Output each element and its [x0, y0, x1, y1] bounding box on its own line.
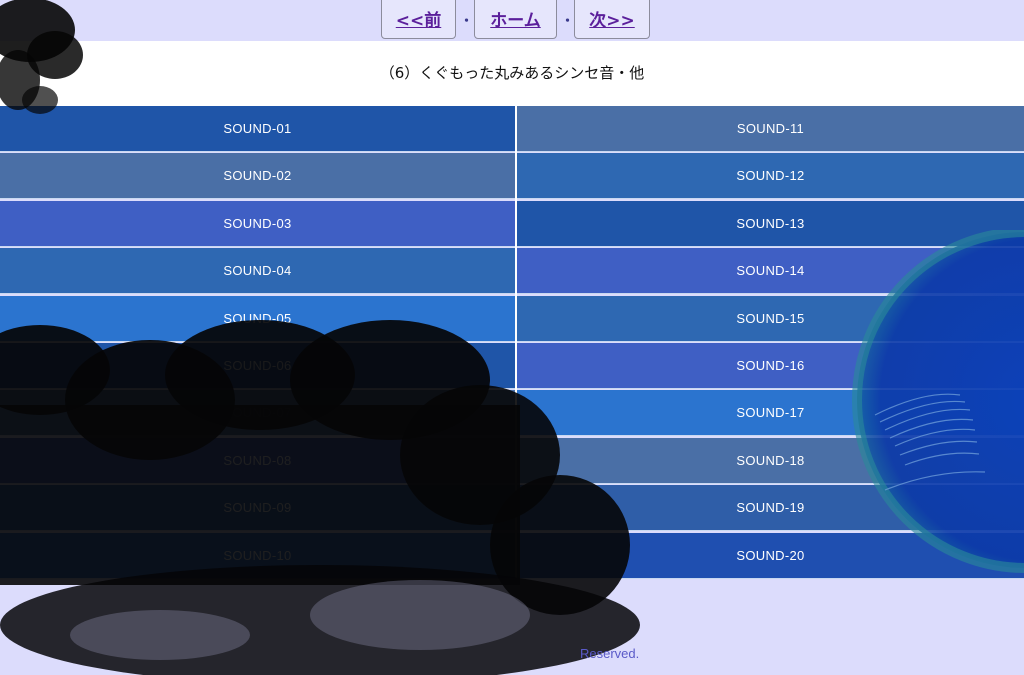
sound-button[interactable]: SOUND-12: [517, 153, 1024, 200]
home-link[interactable]: ホーム: [474, 0, 557, 39]
sound-button[interactable]: SOUND-05: [0, 295, 515, 342]
next-page-link[interactable]: 次>>: [574, 0, 650, 39]
sound-button[interactable]: SOUND-18: [517, 437, 1024, 484]
sound-button[interactable]: SOUND-13: [517, 200, 1024, 247]
nav-separator: ・: [460, 14, 474, 29]
sound-button[interactable]: SOUND-11: [517, 106, 1024, 152]
column-divider: [515, 106, 517, 580]
sound-button[interactable]: SOUND-17: [517, 390, 1024, 437]
sound-button[interactable]: SOUND-15: [517, 295, 1024, 342]
sound-button[interactable]: SOUND-10: [0, 532, 515, 579]
top-navigation: <<前 ・ ホーム ・ 次>>: [0, 0, 1024, 41]
sound-button[interactable]: SOUND-19: [517, 485, 1024, 532]
footer-copyright: Reserved.: [580, 646, 640, 661]
sound-button[interactable]: SOUND-02: [0, 153, 515, 200]
sound-button[interactable]: SOUND-01: [0, 106, 515, 152]
prev-page-link[interactable]: <<前: [381, 0, 456, 39]
sound-button[interactable]: SOUND-14: [517, 248, 1024, 295]
sound-button[interactable]: SOUND-04: [0, 248, 515, 295]
sound-button[interactable]: SOUND-06: [0, 343, 515, 389]
page-title: （6）くぐもった丸みあるシンセ音・他: [379, 64, 645, 82]
nav-separator: ・: [561, 14, 575, 29]
sound-button[interactable]: SOUND-07: [0, 390, 515, 437]
sound-button[interactable]: SOUND-20: [517, 532, 1024, 579]
sound-button[interactable]: SOUND-16: [517, 343, 1024, 389]
sound-button[interactable]: SOUND-03: [0, 200, 515, 247]
sound-button[interactable]: SOUND-09: [0, 485, 515, 532]
sound-button[interactable]: SOUND-08: [0, 437, 515, 484]
